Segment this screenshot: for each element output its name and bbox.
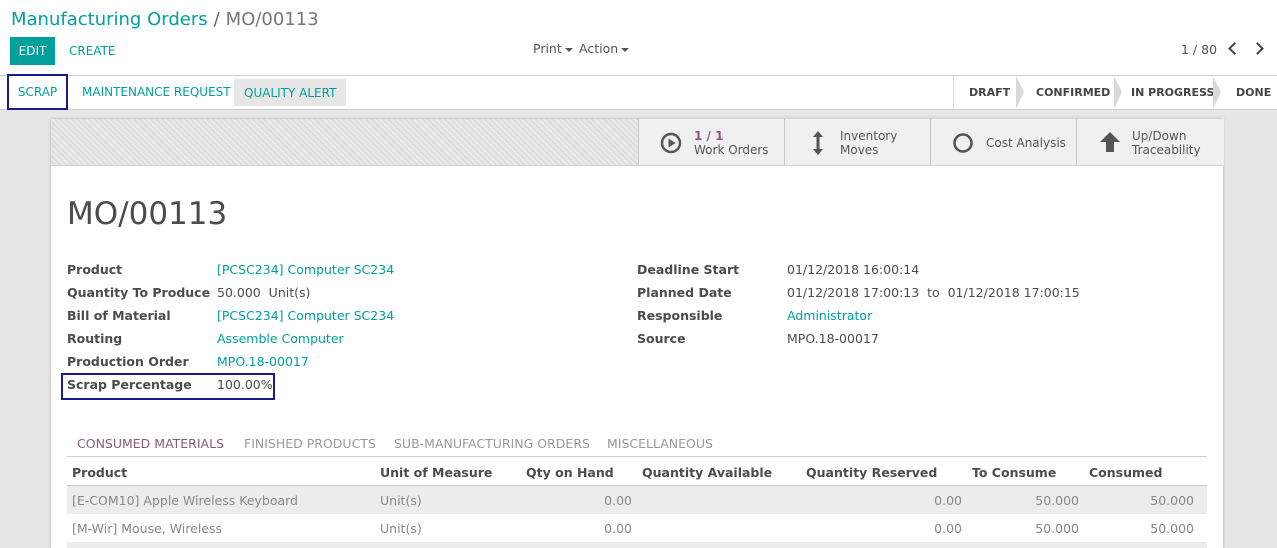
column-product[interactable]: Product bbox=[72, 465, 127, 480]
production-order-label: Production Order bbox=[67, 354, 189, 369]
bill-of-material-value[interactable]: [PCSC234] Computer SC234 bbox=[217, 308, 394, 323]
state-arrow bbox=[1016, 76, 1028, 109]
state-done[interactable]: DONE bbox=[1236, 76, 1271, 109]
planned-date-label: Planned Date bbox=[637, 285, 732, 300]
cost-analysis-label: Cost Analysis bbox=[986, 136, 1066, 150]
statusbar: SCRAP MAINTENANCE REQUEST QUALITY ALERT … bbox=[0, 74, 1277, 110]
column-to-consume[interactable]: To Consume bbox=[972, 465, 1056, 480]
notebook-tabs: CONSUMED MATERIALS FINISHED PRODUCTS SUB… bbox=[67, 428, 1207, 457]
table-row[interactable]: [M-Wir] Mouse, Wireless Unit(s) 0.00 0.0… bbox=[67, 514, 1207, 542]
tab-finished-products[interactable]: FINISHED PRODUCTS bbox=[244, 436, 376, 451]
work-orders-label: Work Orders bbox=[694, 143, 769, 157]
cell-to-consume: 50.000 bbox=[1035, 521, 1079, 536]
deadline-start-label: Deadline Start bbox=[637, 262, 740, 277]
column-quantity-available[interactable]: Quantity Available bbox=[642, 465, 772, 480]
traceability-line2: Traceability bbox=[1132, 143, 1201, 157]
arrows-vertical-icon bbox=[813, 131, 823, 155]
cell-quantity-reserved: 0.00 bbox=[934, 521, 962, 536]
bill-of-material-label: Bill of Material bbox=[67, 308, 171, 323]
edit-button[interactable]: EDIT bbox=[10, 37, 55, 65]
create-button[interactable]: CREATE bbox=[60, 37, 125, 65]
product-value[interactable]: [PCSC234] Computer SC234 bbox=[217, 262, 394, 277]
column-quantity-reserved[interactable]: Quantity Reserved bbox=[806, 465, 937, 480]
cell-consumed: 50.000 bbox=[1150, 493, 1194, 508]
column-qty-on-hand[interactable]: Qty on Hand bbox=[526, 465, 614, 480]
work-orders-count: 1 / 1 bbox=[694, 129, 724, 143]
state-arrow bbox=[1114, 76, 1126, 109]
planned-date-value: 01/12/2018 17:00:13 to 01/12/2018 17:00:… bbox=[787, 285, 1080, 300]
column-consumed[interactable]: Consumed bbox=[1089, 465, 1162, 480]
cell-product: [M-Wir] Mouse, Wireless bbox=[72, 521, 223, 536]
record-title: MO/00113 bbox=[67, 196, 228, 232]
inventory-moves-line1: Inventory bbox=[840, 129, 898, 143]
source-label: Source bbox=[637, 331, 686, 346]
cell-quantity-reserved: 0.00 bbox=[934, 493, 962, 508]
breadcrumb: Manufacturing Orders / MO/00113 bbox=[11, 9, 319, 30]
inventory-moves-button[interactable]: Inventory Moves bbox=[784, 119, 931, 165]
traceability-button[interactable]: Up/Down Traceability bbox=[1076, 119, 1224, 165]
traceability-line1: Up/Down bbox=[1132, 129, 1187, 143]
chevron-left-icon bbox=[1228, 42, 1241, 55]
cost-analysis-button[interactable]: Cost Analysis bbox=[930, 119, 1077, 165]
action-dropdown[interactable]: Action bbox=[579, 41, 630, 56]
action-label: Action bbox=[579, 41, 619, 56]
state-confirmed[interactable]: CONFIRMED bbox=[1036, 76, 1110, 109]
table-row bbox=[67, 542, 1207, 548]
cell-unit-of-measure: Unit(s) bbox=[380, 493, 422, 508]
cell-consumed: 50.000 bbox=[1150, 521, 1194, 536]
scrap-percentage-value: 100.00% bbox=[217, 377, 273, 392]
tab-miscellaneous[interactable]: MISCELLANEOUS bbox=[607, 436, 713, 451]
cell-to-consume: 50.000 bbox=[1035, 493, 1079, 508]
state-arrow bbox=[1213, 76, 1225, 109]
tab-sub-manufacturing-orders[interactable]: SUB-MANUFACTURING ORDERS bbox=[394, 436, 590, 451]
quantity-to-produce-label: Quantity To Produce bbox=[67, 285, 211, 300]
circle-icon bbox=[953, 133, 973, 153]
state-divider bbox=[953, 76, 954, 109]
breadcrumb-current: MO/00113 bbox=[225, 9, 319, 30]
caret-down-icon bbox=[621, 47, 630, 52]
deadline-start-value: 01/12/2018 16:00:14 bbox=[787, 262, 920, 277]
chevron-right-icon bbox=[1251, 42, 1264, 55]
responsible-value[interactable]: Administrator bbox=[787, 308, 872, 323]
pager-next-button[interactable] bbox=[1251, 40, 1266, 58]
quality-alert-button[interactable]: QUALITY ALERT bbox=[234, 79, 347, 106]
tab-consumed-materials[interactable]: CONSUMED MATERIALS bbox=[77, 436, 224, 451]
cell-unit-of-measure: Unit(s) bbox=[380, 521, 422, 536]
state-draft[interactable]: DRAFT bbox=[969, 76, 1010, 109]
scrap-percentage-label: Scrap Percentage bbox=[67, 377, 192, 392]
product-label: Product bbox=[67, 262, 123, 277]
breadcrumb-separator: / bbox=[213, 9, 220, 30]
control-panel: Manufacturing Orders / MO/00113 EDIT CREAT… bbox=[0, 0, 1277, 76]
maintenance-request-button[interactable]: MAINTENANCE REQUEST bbox=[82, 76, 231, 109]
responsible-label: Responsible bbox=[637, 308, 723, 323]
table-row[interactable]: [E-COM10] Apple Wireless Keyboard Unit(s… bbox=[67, 486, 1207, 514]
cell-qty-on-hand: 0.00 bbox=[604, 493, 632, 508]
pager-previous-button[interactable] bbox=[1226, 40, 1241, 58]
scrap-button[interactable]: SCRAP bbox=[7, 74, 68, 110]
smart-button-box: 1 / 1 Work Orders Inventory Moves Cost A… bbox=[51, 119, 1224, 166]
print-label: Print bbox=[533, 41, 562, 56]
arrow-up-icon bbox=[1100, 132, 1120, 152]
table-header: Product Unit of Measure Qty on Hand Quan… bbox=[67, 458, 1207, 486]
state-in-progress[interactable]: IN PROGRESS bbox=[1131, 76, 1214, 109]
print-dropdown[interactable]: Print bbox=[533, 41, 573, 56]
cell-product: [E-COM10] Apple Wireless Keyboard bbox=[72, 493, 298, 508]
routing-label: Routing bbox=[67, 331, 123, 346]
routing-value[interactable]: Assemble Computer bbox=[217, 331, 344, 346]
breadcrumb-manufacturing-orders[interactable]: Manufacturing Orders bbox=[11, 9, 208, 30]
pager-value[interactable]: 1 / 80 bbox=[1181, 42, 1217, 57]
column-unit-of-measure[interactable]: Unit of Measure bbox=[380, 465, 492, 480]
inventory-moves-line2: Moves bbox=[840, 143, 879, 157]
work-orders-button[interactable]: 1 / 1 Work Orders bbox=[638, 119, 785, 165]
quantity-to-produce-value: 50.000 Unit(s) bbox=[217, 285, 311, 300]
source-value: MPO.18-00017 bbox=[787, 331, 879, 346]
production-order-value[interactable]: MPO.18-00017 bbox=[217, 354, 309, 369]
play-circle-icon bbox=[660, 132, 682, 154]
caret-down-icon bbox=[564, 47, 573, 52]
cell-qty-on-hand: 0.00 bbox=[604, 521, 632, 536]
